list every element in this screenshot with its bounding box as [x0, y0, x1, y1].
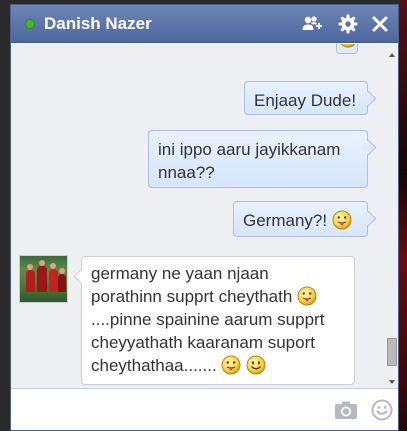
- tongue-emoji: [332, 210, 352, 230]
- message-line: porathinn supprt cheythath: [91, 287, 298, 306]
- scrollbar-thumb[interactable]: [387, 338, 397, 366]
- message-composer: [11, 388, 398, 430]
- outgoing-message-bubble: ini ippo aaru jayikkanam nnaa??: [148, 130, 368, 188]
- message-line: cheyyathath kaaranam suport: [91, 333, 315, 352]
- message-line: cheythathaa.......: [91, 356, 222, 375]
- smile-emoji: [338, 44, 358, 48]
- chat-titlebar[interactable]: Danish Nazer: [11, 5, 398, 43]
- incoming-message-bubble: germany ne yaan njaan porathinn supprt c…: [81, 256, 355, 385]
- chat-window: Danish Nazer Enjaay Dude! ini ippo aaru …: [10, 4, 399, 431]
- outgoing-message-bubble: Germany?!: [233, 201, 368, 237]
- message-text: Germany?!: [243, 211, 332, 230]
- message-input[interactable]: [17, 393, 327, 425]
- message-text: Enjaay Dude!: [254, 91, 357, 110]
- add-friend-icon[interactable]: [301, 13, 323, 35]
- contact-name[interactable]: Danish Nazer: [44, 14, 152, 34]
- camera-icon[interactable]: [334, 400, 358, 420]
- message-line: germany ne yaan njaan: [91, 264, 269, 283]
- close-icon[interactable]: [369, 13, 391, 35]
- message-line: ....pinne spainine aarum supprt: [91, 310, 325, 329]
- message-list[interactable]: Enjaay Dude! ini ippo aaru jayikkanam nn…: [11, 44, 398, 388]
- message-text: ini ippo aaru jayikkanam nnaa??: [158, 140, 341, 182]
- smile-emoji: [246, 355, 266, 375]
- scroll-up-arrow-icon[interactable]: [389, 53, 395, 57]
- gear-icon[interactable]: [337, 13, 359, 35]
- tongue-emoji: [221, 355, 241, 375]
- smiley-icon[interactable]: [371, 399, 393, 421]
- previous-message-bubble: [336, 44, 358, 54]
- contact-avatar[interactable]: [19, 255, 68, 303]
- background-page-strip: [399, 0, 407, 431]
- online-status-icon: [25, 19, 35, 29]
- scroll-down-arrow-icon[interactable]: [389, 380, 395, 384]
- outgoing-message-bubble: Enjaay Dude!: [244, 81, 368, 115]
- tongue-emoji: [297, 286, 317, 306]
- message-list-scrollbar[interactable]: [386, 44, 398, 388]
